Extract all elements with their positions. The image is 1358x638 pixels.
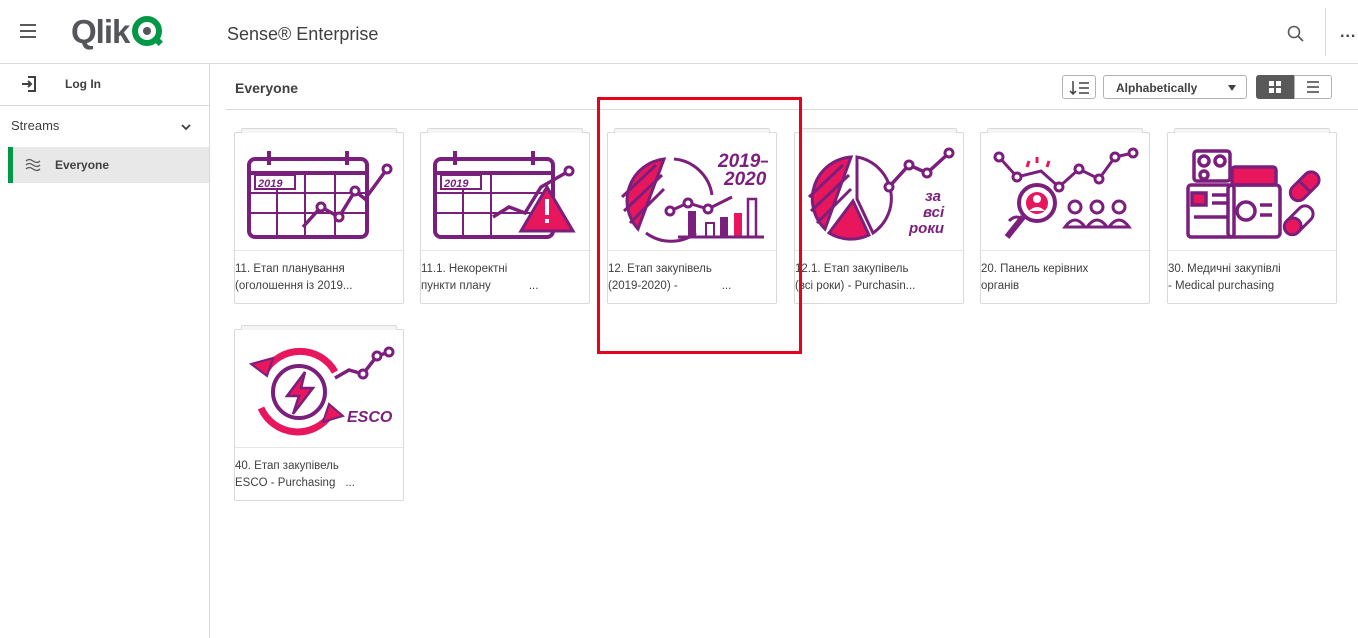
pie-chart-all-years-icon: за всі роки bbox=[803, 137, 955, 245]
app-name-line2: (2019-2020) -... bbox=[608, 278, 776, 295]
card-separator bbox=[608, 250, 776, 251]
grid-view-button[interactable] bbox=[1256, 75, 1294, 99]
app-name-line2: (всі роки) - Purchasin... bbox=[795, 280, 916, 292]
stream-toolbar: Everyone Alphabetically bbox=[226, 64, 1358, 110]
app-card[interactable]: 2019 11. Етап планування (оголошення із … bbox=[234, 128, 404, 304]
list-view-button[interactable] bbox=[1294, 75, 1332, 99]
sort-select[interactable]: Alphabetically bbox=[1103, 75, 1247, 99]
app-name: 20. Панель керівних органів bbox=[981, 261, 1149, 301]
caret-down-icon bbox=[1228, 85, 1236, 91]
login-button[interactable]: Log In bbox=[0, 64, 209, 106]
qlik-logo[interactable]: Qlik bbox=[71, 13, 164, 50]
app-name: 40. Етап закупівель ESCO - Purchasing... bbox=[235, 458, 403, 498]
app-card[interactable]: 2019 11.1. Некоректні пункти плану... bbox=[420, 128, 590, 304]
app-name-line1: 12.1. Етап закупівель bbox=[795, 263, 909, 275]
stream-label: Everyone bbox=[55, 158, 110, 172]
app-name-line2: пункти плану... bbox=[421, 278, 589, 295]
app-header: Qlik Sense® Enterprise ... bbox=[0, 0, 1358, 64]
card-separator bbox=[235, 447, 403, 448]
card-separator bbox=[795, 250, 963, 251]
card-separator bbox=[235, 250, 403, 251]
app-name-line2: - Medical purchasing bbox=[1168, 280, 1275, 292]
energy-esco-icon: ESCO bbox=[243, 334, 395, 442]
app-name-line1: 11.1. Некоректні bbox=[421, 263, 508, 275]
card-separator bbox=[421, 250, 589, 251]
hamburger-menu-icon[interactable] bbox=[20, 24, 36, 38]
more-options-button[interactable]: ... bbox=[1340, 24, 1356, 42]
logo-text: Qlik bbox=[71, 13, 130, 50]
app-card[interactable]: 2019– 2020 12. Етап закупівель (2019-202… bbox=[607, 128, 777, 304]
app-name-ellipsis: ... bbox=[721, 280, 732, 292]
app-card[interactable]: за всі роки 12.1. Етап закупівель (всі р… bbox=[794, 128, 964, 304]
app-name-line1: 11. Етап планування bbox=[235, 263, 345, 275]
header-divider bbox=[1325, 8, 1326, 56]
app-name: 12.1. Етап закупівель (всі роки) - Purch… bbox=[795, 261, 963, 301]
card-separator bbox=[1168, 250, 1336, 251]
app-name-line2-text: (2019-2020) - bbox=[608, 280, 678, 292]
medical-icon bbox=[1176, 137, 1328, 245]
app-name: 12. Етап закупівель (2019-2020) -... bbox=[608, 261, 776, 301]
streams-toggle[interactable]: Streams bbox=[0, 112, 209, 140]
sort-select-value: Alphabetically bbox=[1116, 81, 1198, 95]
login-label: Log In bbox=[65, 77, 101, 91]
app-name-line1: 12. Етап закупівель bbox=[608, 263, 712, 275]
app-name-line1: 40. Етап закупівель bbox=[235, 460, 339, 472]
app-name: 11.1. Некоректні пункти плану... bbox=[421, 261, 589, 301]
pie-bar-chart-icon: 2019– 2020 bbox=[616, 137, 771, 245]
app-card[interactable]: ESCO 40. Етап закупівель ESCO - Purchasi… bbox=[234, 325, 404, 501]
app-name-line1: 30. Медичні закупівлі bbox=[1168, 263, 1281, 275]
thumb-year-line2: 2020 bbox=[723, 169, 767, 190]
app-name-ellipsis: ... bbox=[345, 477, 355, 489]
svg-text:2019: 2019 bbox=[257, 178, 283, 190]
list-icon bbox=[1307, 81, 1319, 93]
thumb-esco-label: ESCO bbox=[347, 409, 393, 426]
streams-label: Streams bbox=[11, 118, 60, 133]
search-icon[interactable] bbox=[1286, 24, 1306, 44]
app-name-line1: 20. Панель керівних bbox=[981, 263, 1089, 275]
app-name-line2: ESCO - Purchasing... bbox=[235, 475, 403, 492]
app-card[interactable]: 20. Панель керівних органів bbox=[980, 128, 1150, 304]
thumb-label-line2: всі bbox=[923, 204, 945, 221]
app-name: 11. Етап планування (оголошення із 2019.… bbox=[235, 261, 403, 301]
login-icon bbox=[20, 75, 38, 93]
calendar-chart-icon: 2019 bbox=[243, 137, 395, 245]
app-name-line2: органів bbox=[981, 280, 1020, 292]
app-name-line2-text: ESCO - Purchasing bbox=[235, 477, 336, 489]
magnifier-people-icon bbox=[989, 137, 1141, 245]
product-name: Sense® Enterprise bbox=[227, 24, 379, 44]
stream-icon bbox=[25, 157, 41, 173]
sidebar: Log In Streams Everyone bbox=[0, 64, 210, 638]
app-name-line2: (оголошення із 2019... bbox=[235, 280, 353, 292]
svg-text:2019: 2019 bbox=[443, 178, 469, 190]
thumb-label-line1: за bbox=[925, 188, 941, 205]
sort-order-button[interactable] bbox=[1062, 75, 1096, 99]
stream-item-everyone[interactable]: Everyone bbox=[8, 147, 209, 183]
app-name: 30. Медичні закупівлі - Medical purchasi… bbox=[1168, 261, 1336, 301]
stream-title: Everyone bbox=[235, 80, 299, 96]
calendar-warning-icon: 2019 bbox=[429, 137, 581, 245]
grid-icon bbox=[1269, 81, 1281, 93]
thumb-label-line3: роки bbox=[908, 220, 944, 237]
app-name-line2-text: пункти плану bbox=[421, 280, 491, 292]
card-separator bbox=[981, 250, 1149, 251]
app-name-ellipsis: ... bbox=[528, 280, 539, 292]
app-card[interactable]: 30. Медичні закупівлі - Medical purchasi… bbox=[1167, 128, 1337, 304]
qlik-q-icon bbox=[132, 16, 164, 48]
chevron-down-icon bbox=[180, 120, 192, 132]
sort-icon bbox=[1069, 81, 1089, 96]
